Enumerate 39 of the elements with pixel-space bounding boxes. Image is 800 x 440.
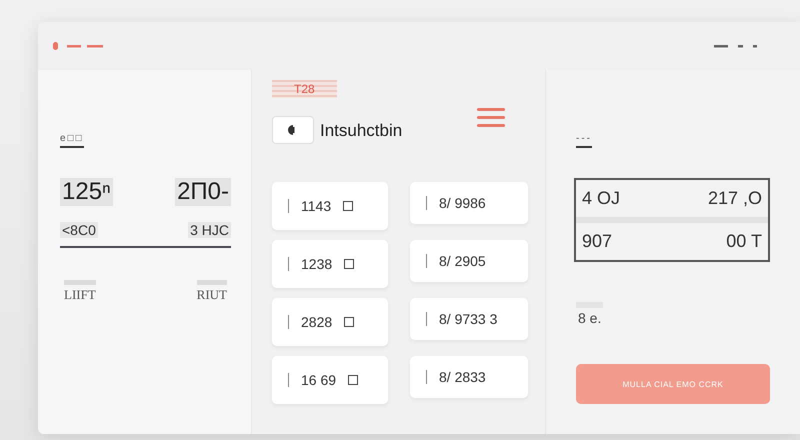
list-card[interactable]: 8/ 9733 3 <box>410 298 528 340</box>
list-card[interactable]: 2828 <box>272 298 388 346</box>
checkbox-icon[interactable] <box>348 375 358 385</box>
section-heading: e□□ <box>60 133 84 148</box>
table-cell: 907 <box>582 231 612 252</box>
section-heading: --- <box>576 133 592 148</box>
table-cell: 4 OJ <box>582 188 620 209</box>
table-cell: 00 T <box>726 231 762 252</box>
card-text: 8/ 9986 <box>439 195 486 211</box>
table-cell: 217 ,O <box>708 188 762 209</box>
card-text: 8/ 9733 3 <box>439 311 498 327</box>
icon-button[interactable] <box>272 116 314 144</box>
list-card[interactable]: 8/ 9986 <box>410 182 528 224</box>
badge: T28 <box>272 80 337 98</box>
card-text: 16 69 <box>301 372 336 388</box>
checkbox-icon[interactable] <box>343 201 354 211</box>
checkbox-icon[interactable] <box>344 317 354 327</box>
card-text: 8/ 2905 <box>439 253 486 269</box>
stat-value: 2П0- <box>175 178 231 206</box>
stat-value: 125ⁿ <box>60 178 113 206</box>
card-text: 8/ 2833 <box>439 369 486 385</box>
window-controls-icon[interactable] <box>53 42 105 50</box>
list-card[interactable]: 1238 <box>272 240 388 288</box>
list-card[interactable]: 16 69 <box>272 356 388 404</box>
tab-label[interactable]: LIIFT <box>64 280 96 303</box>
checkbox-icon[interactable] <box>344 259 354 269</box>
stat-label: <8C0 <box>60 222 98 238</box>
card-text: 2828 <box>301 314 332 330</box>
card-text: 1238 <box>301 256 332 272</box>
card-text: 1143 <box>301 198 332 214</box>
tab-label[interactable]: RIUT <box>196 280 227 303</box>
menu-icon[interactable] <box>477 108 505 126</box>
note-label: 8 e. <box>576 302 604 326</box>
stat-label: 3 HJC <box>188 222 231 238</box>
more-icon[interactable] <box>714 44 760 48</box>
list-card[interactable]: 8/ 2833 <box>410 356 528 398</box>
panel-title: Intsuhctbin <box>320 120 404 141</box>
list-card[interactable]: 8/ 2905 <box>410 240 528 282</box>
list-card[interactable]: 1143 <box>272 182 388 230</box>
